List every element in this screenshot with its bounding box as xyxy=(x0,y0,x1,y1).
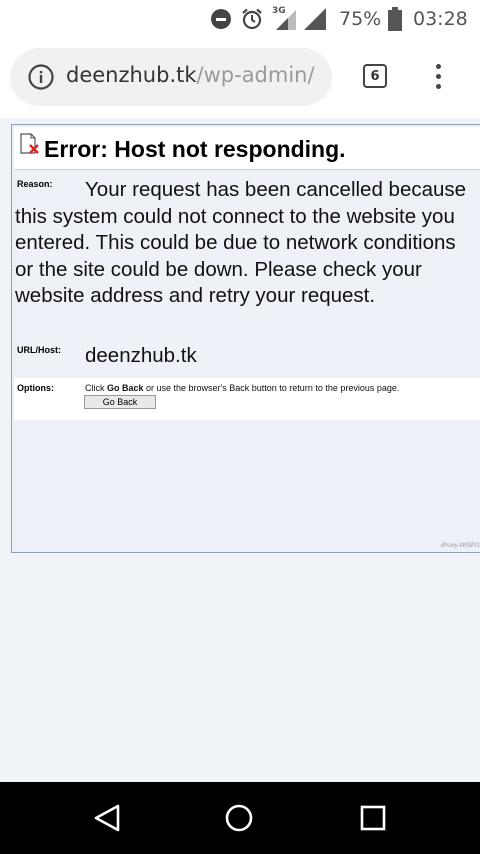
browser-toolbar: deenzhub.tk/wp-admin/ 6 xyxy=(0,38,480,118)
do-not-disturb-icon xyxy=(211,0,233,38)
options-row: Options: Click Go Back or use the browse… xyxy=(14,378,480,420)
error-header: Error: Host not responding. xyxy=(14,127,480,170)
info-icon[interactable] xyxy=(28,64,54,90)
alarm-icon xyxy=(241,0,265,38)
reason-label: Reason: xyxy=(17,179,53,189)
android-nav-bar xyxy=(0,782,480,854)
reason-text: Your request has been cancelled because … xyxy=(15,178,467,307)
error-title: Error: Host not responding. xyxy=(44,136,346,162)
signal-icon: 3G xyxy=(272,0,328,38)
proxy-signature: iProxy-WISP/1 xyxy=(440,543,480,549)
overflow-menu-icon[interactable] xyxy=(430,64,446,92)
recent-apps-icon[interactable] xyxy=(358,803,388,833)
url-host-label: URL/Host: xyxy=(17,345,61,355)
url-path: /wp-admin/ xyxy=(196,63,315,87)
page-content: Error: Host not responding. Your request… xyxy=(0,118,480,782)
battery-percent: 75% xyxy=(339,8,382,30)
go-back-button[interactable]: Go Back xyxy=(84,395,156,409)
address-bar[interactable]: deenzhub.tk/wp-admin/ xyxy=(10,48,332,106)
broken-page-icon xyxy=(20,133,39,154)
home-icon[interactable] xyxy=(224,803,254,833)
tab-switcher-button[interactable]: 6 xyxy=(363,64,387,88)
clock-time: 03:28 xyxy=(413,8,468,30)
options-label: Options: xyxy=(17,383,54,393)
options-text: Click Go Back or use the browser's Back … xyxy=(85,383,400,393)
back-icon[interactable] xyxy=(92,803,122,833)
url-text[interactable]: deenzhub.tk/wp-admin/ xyxy=(66,63,315,87)
battery-icon xyxy=(388,0,402,38)
status-bar: 3G 75% 03:28 xyxy=(0,0,480,38)
error-box: Error: Host not responding. Your request… xyxy=(11,124,480,553)
url-host: deenzhub.tk xyxy=(66,63,197,87)
url-host-value: deenzhub.tk xyxy=(85,344,197,367)
